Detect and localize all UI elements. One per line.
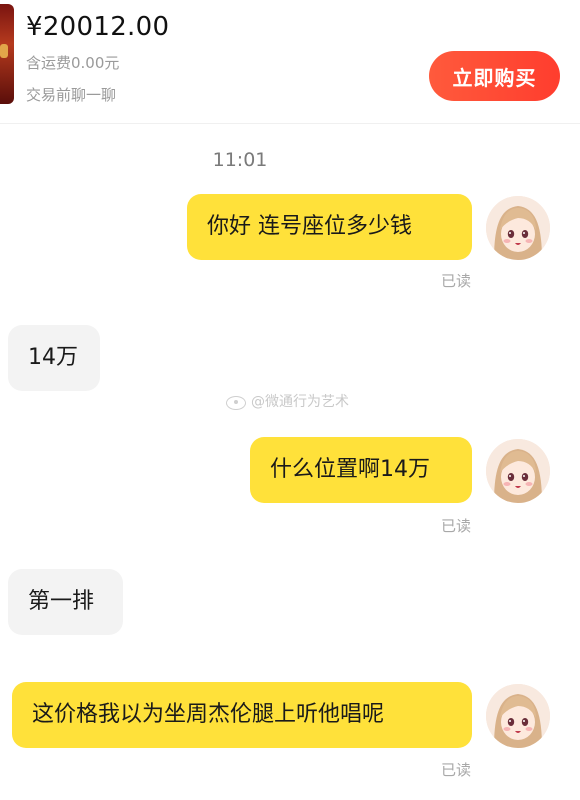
read-receipt: 已读 <box>441 761 472 779</box>
user-avatar[interactable] <box>486 684 550 748</box>
watermark-text: @微通行为艺术 <box>251 394 349 410</box>
message-bubble-received[interactable]: 14万 <box>8 325 100 391</box>
product-thumbnail[interactable] <box>0 4 14 104</box>
read-receipt: 已读 <box>441 272 472 290</box>
message-text: 14万 <box>28 345 78 370</box>
message-bubble-received[interactable]: 第一排 <box>8 569 123 635</box>
message-bubble-sent[interactable]: 什么位置啊14万 <box>250 437 472 503</box>
watermark: @微通行为艺术 <box>225 390 349 412</box>
weibo-icon <box>225 392 247 410</box>
shipping-fee: 含运费0.00元 <box>26 54 120 72</box>
product-price: ¥20012.00 <box>26 12 170 42</box>
message-text: 你好 连号座位多少钱 <box>207 214 412 239</box>
message-bubble-sent[interactable]: 你好 连号座位多少钱 <box>187 194 472 260</box>
message-timestamp: 11:01 <box>212 149 268 171</box>
message-text: 第一排 <box>28 589 95 614</box>
product-header: ¥20012.00 含运费0.00元 交易前聊一聊 立即购买 <box>0 0 580 124</box>
message-text: 什么位置啊14万 <box>270 457 430 482</box>
read-receipt: 已读 <box>441 517 472 535</box>
anime-avatar-icon <box>486 684 550 748</box>
user-avatar[interactable] <box>486 196 550 260</box>
message-bubble-sent[interactable]: 这价格我以为坐周杰伦腿上听他唱呢 <box>12 682 472 748</box>
buy-now-button[interactable]: 立即购买 <box>429 51 560 101</box>
chat-hint: 交易前聊一聊 <box>26 86 117 104</box>
anime-avatar-icon <box>486 439 550 503</box>
message-text: 这价格我以为坐周杰伦腿上听他唱呢 <box>32 702 385 727</box>
user-avatar[interactable] <box>486 439 550 503</box>
anime-avatar-icon <box>486 196 550 260</box>
